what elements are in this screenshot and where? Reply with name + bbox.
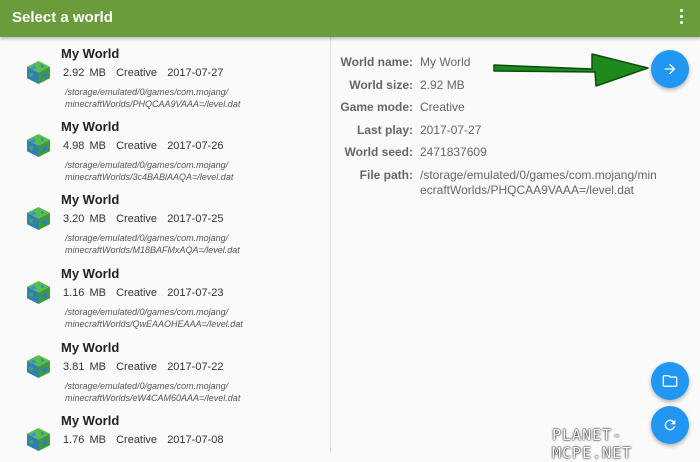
detail-label: Game mode: <box>340 100 413 114</box>
world-path: /storage/emulated/0/games/com.mojang/min… <box>65 233 240 255</box>
world-path: /storage/emulated/0/games/com.mojang/min… <box>65 160 234 182</box>
watermark: PLANET-MCPE.NET <box>552 426 633 462</box>
world-name: My World <box>61 340 120 355</box>
world-globe-icon <box>27 281 50 304</box>
world-details-panel: World name: My World World size: 2.92 MB… <box>331 37 700 452</box>
world-globe-icon <box>27 428 50 451</box>
detail-label: World seed: <box>344 145 413 159</box>
world-list-item[interactable]: My World 3.81 MB Creative 2017-07-22 /st… <box>0 331 330 404</box>
annotation-arrow-icon <box>493 53 649 87</box>
world-list-item[interactable]: My World 1.76 MB Creative 2017-07-08 <box>0 404 330 452</box>
detail-label: File path: <box>359 168 413 182</box>
folder-icon <box>662 375 678 387</box>
world-path: /storage/emulated/0/games/com.mojang/min… <box>65 307 243 329</box>
browse-folder-button[interactable] <box>651 362 689 400</box>
world-meta: 1.76 MB Creative 2017-07-08 <box>63 434 224 446</box>
world-meta: 3.81 MB Creative 2017-07-22 <box>63 361 224 373</box>
world-meta: 3.20 MB Creative 2017-07-25 <box>63 213 224 225</box>
world-name: My World <box>61 46 120 61</box>
detail-label: Last play: <box>356 123 413 137</box>
detail-value: 2017-07-27 <box>420 123 482 137</box>
world-name: My World <box>61 266 120 281</box>
world-meta: 4.98 MB Creative 2017-07-26 <box>63 140 224 152</box>
world-list-item[interactable]: My World 1.16 MB Creative 2017-07-23 /st… <box>0 257 330 330</box>
detail-label: World name: <box>340 55 413 69</box>
detail-value: 2471837609 <box>420 145 487 159</box>
world-globe-icon <box>27 61 50 84</box>
world-globe-icon <box>27 134 50 157</box>
world-list-item[interactable]: My World 3.20 MB Creative 2017-07-25 /st… <box>0 183 330 256</box>
world-globe-icon <box>27 207 50 230</box>
world-path: /storage/emulated/0/games/com.mojang/min… <box>65 87 241 109</box>
world-meta: 2.92 MB Creative 2017-07-27 <box>63 67 224 79</box>
arrow-forward-icon <box>664 63 676 75</box>
open-world-button[interactable] <box>651 50 689 88</box>
detail-label: World size: <box>349 78 413 92</box>
detail-value: Creative <box>420 100 465 114</box>
world-list-item[interactable]: My World 4.98 MB Creative 2017-07-26 /st… <box>0 110 330 183</box>
world-name: My World <box>61 119 120 134</box>
detail-value: /storage/emulated/0/games/com.mojang/min… <box>420 168 657 197</box>
world-list[interactable]: My World 2.92 MB Creative 2017-07-27 /st… <box>0 37 331 452</box>
app-title: Select a world <box>12 9 113 26</box>
world-path: /storage/emulated/0/games/com.mojang/min… <box>65 381 241 403</box>
world-name: My World <box>61 413 120 428</box>
app-bar: Select a world <box>0 0 700 37</box>
world-list-item[interactable]: My World 2.92 MB Creative 2017-07-27 /st… <box>0 37 330 110</box>
world-name: My World <box>61 192 120 207</box>
world-globe-icon <box>27 355 50 378</box>
more-vert-icon[interactable] <box>676 9 686 29</box>
world-meta: 1.16 MB Creative 2017-07-23 <box>63 287 224 299</box>
